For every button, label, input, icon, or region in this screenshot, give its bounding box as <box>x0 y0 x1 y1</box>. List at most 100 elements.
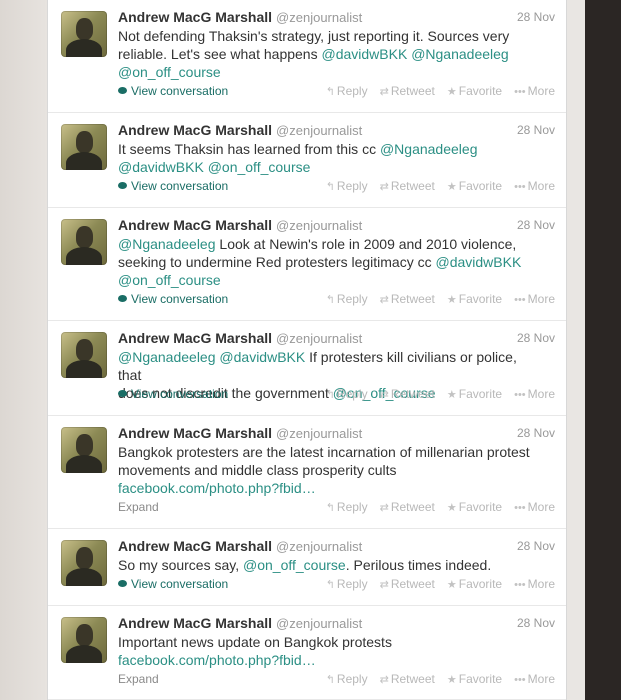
tweet-link[interactable]: @on_off_course <box>118 64 221 80</box>
favorite-icon: ★ <box>446 389 457 401</box>
tweet-link[interactable]: @davidwBKK <box>435 254 521 270</box>
tweet-link[interactable]: @davidwBKK <box>321 46 407 62</box>
tweet-timestamp[interactable]: 28 Nov <box>517 218 555 232</box>
action-retweet-button[interactable]: ⇄ Retweet <box>380 387 435 401</box>
tweet-link[interactable]: facebook.com/photo.php?fbid… <box>118 480 316 496</box>
avatar[interactable] <box>61 124 107 170</box>
tweet-link[interactable]: @Nganadeeleg <box>118 349 216 365</box>
avatar[interactable] <box>61 540 107 586</box>
action-reply-button[interactable]: ↰ Reply <box>326 179 368 193</box>
tweet-link[interactable]: @davidwBKK <box>219 349 305 365</box>
favorite-icon: ★ <box>446 181 457 193</box>
author-name[interactable]: Andrew MacG Marshall <box>118 425 272 441</box>
action-favorite-button[interactable]: ★ Favorite <box>447 500 502 514</box>
action-more-button[interactable]: ••• More <box>514 500 555 514</box>
author-screen-name[interactable]: @zenjournalist <box>276 10 362 25</box>
action-reply-button[interactable]: ↰ Reply <box>326 84 368 98</box>
action-retweet-button[interactable]: ⇄ Retweet <box>380 672 435 686</box>
tweet-timeline: Andrew MacG Marshall @zenjournalist 28 Nov… <box>47 0 567 700</box>
action-retweet-button[interactable]: ⇄ Retweet <box>380 500 435 514</box>
tweet-link[interactable]: @on_off_course <box>118 272 221 288</box>
tweet-item[interactable]: Andrew MacG Marshall @zenjournalist 28 Nov… <box>48 606 566 700</box>
action-retweet-button[interactable]: ⇄ Retweet <box>380 84 435 98</box>
author-screen-name[interactable]: @zenjournalist <box>276 331 362 346</box>
avatar[interactable] <box>61 219 107 265</box>
tweet-item[interactable]: Andrew MacG Marshall @zenjournalist 28 Nov… <box>48 0 566 113</box>
action-more-button[interactable]: ••• More <box>514 84 555 98</box>
tweet-timestamp[interactable]: 28 Nov <box>517 331 555 345</box>
action-label: Reply <box>336 179 368 193</box>
conversation-bubble-icon <box>118 87 127 94</box>
action-favorite-button[interactable]: ★ Favorite <box>447 387 502 401</box>
author-screen-name[interactable]: @zenjournalist <box>276 218 362 233</box>
action-more-button[interactable]: ••• More <box>514 179 555 193</box>
action-reply-button[interactable]: ↰ Reply <box>326 500 368 514</box>
action-label: Favorite <box>458 672 503 686</box>
action-reply-button[interactable]: ↰ Reply <box>326 672 368 686</box>
tweet-text-segment: movements and middle class prosperity cu… <box>118 462 397 478</box>
view-conversation-link[interactable]: View conversation <box>118 84 228 98</box>
author-name[interactable]: Andrew MacG Marshall <box>118 330 272 346</box>
tweet-item[interactable]: Andrew MacG Marshall @zenjournalist 28 Nov… <box>48 416 566 529</box>
action-reply-button[interactable]: ↰ Reply <box>326 292 368 306</box>
expand-link[interactable]: Expand <box>118 500 159 514</box>
author-name[interactable]: Andrew MacG Marshall <box>118 538 272 554</box>
avatar[interactable] <box>61 617 107 663</box>
tweet-timestamp[interactable]: 28 Nov <box>517 616 555 630</box>
action-retweet-button[interactable]: ⇄ Retweet <box>380 292 435 306</box>
tweet-link[interactable]: @davidwBKK <box>118 159 204 175</box>
tweet-timestamp[interactable]: 28 Nov <box>517 426 555 440</box>
tweet-link[interactable]: @Nganadeeleg <box>411 46 509 62</box>
tweet-link[interactable]: @on_off_course <box>243 557 346 573</box>
avatar[interactable] <box>61 427 107 473</box>
action-favorite-button[interactable]: ★ Favorite <box>447 179 502 193</box>
author-screen-name[interactable]: @zenjournalist <box>276 616 362 631</box>
action-reply-button[interactable]: ↰ Reply <box>326 387 368 401</box>
author-name[interactable]: Andrew MacG Marshall <box>118 217 272 233</box>
author-name[interactable]: Andrew MacG Marshall <box>118 615 272 631</box>
view-conversation-link[interactable]: View conversation <box>118 577 228 591</box>
view-conversation-label: View conversation <box>131 179 229 193</box>
action-favorite-button[interactable]: ★ Favorite <box>447 292 502 306</box>
expand-link[interactable]: Expand <box>118 672 159 686</box>
author-name[interactable]: Andrew MacG Marshall <box>118 122 272 138</box>
action-retweet-button[interactable]: ⇄ Retweet <box>380 577 435 591</box>
retweet-icon: ⇄ <box>379 86 389 98</box>
tweet-item[interactable]: Andrew MacG Marshall @zenjournalist 28 Nov… <box>48 208 566 321</box>
more-icon: ••• <box>514 86 526 98</box>
action-more-button[interactable]: ••• More <box>514 577 555 591</box>
author-name[interactable]: Andrew MacG Marshall <box>118 9 272 25</box>
tweet-text-segment: Important news update on Bangkok protest… <box>118 634 392 650</box>
tweet-text-line: @davidwBKK @on_off_course <box>118 158 538 176</box>
action-more-button[interactable]: ••• More <box>514 387 555 401</box>
tweet-header: Andrew MacG Marshall @zenjournalist 28 Nov <box>118 425 555 443</box>
view-conversation-label: View conversation <box>131 387 229 401</box>
tweet-link[interactable]: facebook.com/photo.php?fbid… <box>118 652 316 668</box>
tweet-timestamp[interactable]: 28 Nov <box>517 10 555 24</box>
tweet-timestamp[interactable]: 28 Nov <box>517 539 555 553</box>
tweet-link[interactable]: @Nganadeeleg <box>380 141 478 157</box>
avatar[interactable] <box>61 11 107 57</box>
tweet-item[interactable]: Andrew MacG Marshall @zenjournalist 28 Nov… <box>48 113 566 208</box>
action-more-button[interactable]: ••• More <box>514 292 555 306</box>
action-favorite-button[interactable]: ★ Favorite <box>447 84 502 98</box>
view-conversation-link[interactable]: View conversation <box>118 387 228 401</box>
tweet-link[interactable]: @Nganadeeleg <box>118 236 216 252</box>
tweet-link[interactable]: @on_off_course <box>208 159 311 175</box>
retweet-icon: ⇄ <box>379 674 389 686</box>
author-screen-name[interactable]: @zenjournalist <box>276 123 362 138</box>
view-conversation-link[interactable]: View conversation <box>118 292 228 306</box>
tweet-item[interactable]: Andrew MacG Marshall @zenjournalist 28 Nov… <box>48 529 566 606</box>
view-conversation-link[interactable]: View conversation <box>118 179 228 193</box>
action-reply-button[interactable]: ↰ Reply <box>326 577 368 591</box>
author-screen-name[interactable]: @zenjournalist <box>276 426 362 441</box>
avatar[interactable] <box>61 332 107 378</box>
action-retweet-button[interactable]: ⇄ Retweet <box>380 179 435 193</box>
more-icon: ••• <box>514 181 526 193</box>
tweet-item[interactable]: Andrew MacG Marshall @zenjournalist 28 Nov… <box>48 321 566 416</box>
tweet-timestamp[interactable]: 28 Nov <box>517 123 555 137</box>
action-favorite-button[interactable]: ★ Favorite <box>447 577 502 591</box>
action-more-button[interactable]: ••• More <box>514 672 555 686</box>
author-screen-name[interactable]: @zenjournalist <box>276 539 362 554</box>
action-favorite-button[interactable]: ★ Favorite <box>447 672 502 686</box>
